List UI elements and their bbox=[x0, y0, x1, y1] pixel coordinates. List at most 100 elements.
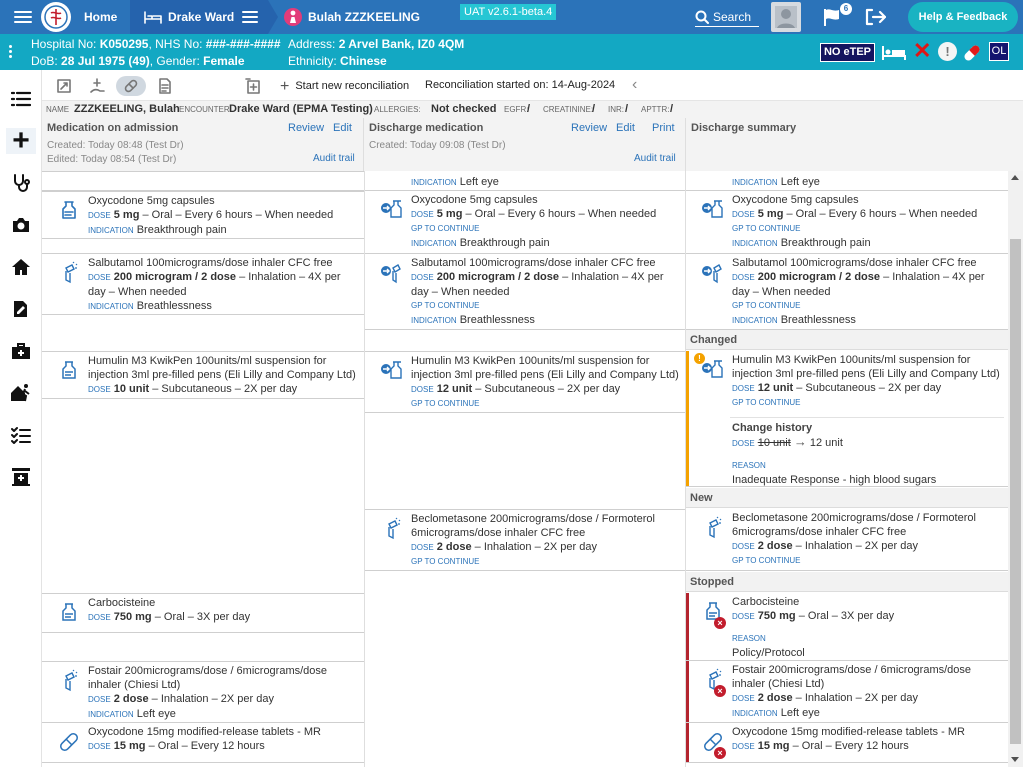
med-card-partial[interactable] bbox=[42, 171, 364, 191]
medicine-bottle-icon bbox=[62, 201, 76, 219]
discharge-print-link[interactable]: Print bbox=[652, 122, 675, 134]
indication-value: Left eye bbox=[780, 176, 820, 188]
med-card-humulin-summary-changed[interactable]: ! Humulin M3 KwikPen 100units/ml suspens… bbox=[686, 351, 1008, 487]
discharge-edit-link[interactable]: Edit bbox=[616, 122, 635, 134]
med-card-salbutamol-admission[interactable]: Salbutamol 100micrograms/dose inhaler CF… bbox=[42, 253, 364, 315]
discharge-review-link[interactable]: Review bbox=[571, 122, 607, 134]
inhaler-icon bbox=[388, 517, 401, 540]
user-avatar[interactable] bbox=[771, 2, 801, 32]
checklist-icon[interactable] bbox=[8, 422, 34, 448]
content-scrollbar[interactable] bbox=[1008, 171, 1023, 767]
continue-medicine-icon bbox=[381, 200, 402, 218]
scrollbar-thumb[interactable] bbox=[1010, 239, 1021, 744]
document-edit-icon[interactable] bbox=[8, 296, 34, 322]
ol-badge[interactable]: OL bbox=[989, 42, 1009, 61]
stethoscope-icon[interactable] bbox=[8, 170, 34, 196]
med-card-partial[interactable]: INDICATION Left eye bbox=[365, 171, 685, 191]
document-icon[interactable] bbox=[150, 76, 180, 96]
dose-strength: 200 microgram / 2 dose bbox=[436, 271, 560, 283]
summary-title: Discharge summary bbox=[691, 122, 797, 134]
admission-view-icon[interactable] bbox=[49, 76, 79, 96]
admission-audit-trail-link[interactable]: Audit trail bbox=[313, 153, 355, 164]
med-card-fostair-summary-stopped[interactable]: × Fostair 200micrograms/dose / 6microgra… bbox=[686, 661, 1008, 723]
top-bar: Home Drake Ward Bulah ZZZKEELING UAT v2.… bbox=[0, 0, 1023, 34]
search-icon bbox=[695, 10, 709, 24]
med-card-carbocisteine-summary-stopped[interactable]: × Carbocisteine DOSE 750 mg – Oral – 3X … bbox=[686, 593, 1008, 661]
reconciliation-content: INDICATION Left eye INDICATION Left eye … bbox=[42, 171, 1008, 767]
new-dose: 12 unit bbox=[809, 437, 843, 449]
arrow-right-icon: → bbox=[793, 434, 807, 449]
breadcrumb-ward[interactable]: Drake Ward bbox=[130, 0, 268, 34]
med-card-salbutamol-summary[interactable]: Salbutamol 100micrograms/dose inhaler CF… bbox=[686, 254, 1008, 330]
dose-strength: 10 unit bbox=[113, 383, 150, 395]
add-icon[interactable]: + bbox=[6, 126, 36, 156]
alert-icon[interactable]: ! bbox=[938, 42, 957, 61]
indication-value: Breathlessness bbox=[136, 300, 212, 312]
dose-detail: – Oral – Every 12 hours bbox=[145, 740, 265, 752]
dob-value: 28 Jul 1975 (49) bbox=[61, 54, 150, 68]
change-history-divider bbox=[730, 417, 1004, 418]
start-new-reconciliation-button[interactable]: + Start new reconciliation bbox=[280, 78, 409, 96]
home-label: Home bbox=[84, 10, 118, 24]
pill-icon[interactable] bbox=[962, 43, 982, 66]
inr-key: INR: bbox=[608, 105, 624, 114]
hand-medication-icon[interactable] bbox=[82, 76, 112, 96]
banner-menu-icon[interactable] bbox=[9, 45, 13, 60]
medical-kit-icon[interactable] bbox=[8, 338, 34, 364]
med-card-humulin-admission[interactable]: Humulin M3 KwikPen 100units/ml suspensio… bbox=[42, 351, 364, 399]
med-card-humulin-discharge[interactable]: Humulin M3 KwikPen 100units/ml suspensio… bbox=[365, 351, 685, 413]
menu-icon[interactable] bbox=[14, 0, 32, 34]
med-card-oxycodone-15mg-summary-stopped[interactable]: × Oxycodone 15mg modified-release tablet… bbox=[686, 723, 1008, 763]
notification-count-badge: 6 bbox=[840, 3, 852, 15]
med-card-oxycodone-5mg-admission[interactable]: Oxycodone 5mg capsules DOSE 5 mg – Oral … bbox=[42, 191, 364, 239]
summary-column-header: Discharge summary bbox=[686, 118, 1023, 171]
notifications-flag-icon[interactable] bbox=[822, 0, 842, 34]
scroll-up-icon[interactable] bbox=[1011, 175, 1019, 180]
med-card-beclometasone-discharge[interactable]: Beclometasone 200micrograms/dose / Formo… bbox=[365, 509, 685, 571]
hospital-building-icon[interactable] bbox=[8, 464, 34, 490]
help-feedback-button[interactable]: Help & Feedback bbox=[908, 2, 1018, 32]
search-button[interactable]: Search bbox=[695, 0, 759, 34]
med-name: Oxycodone 5mg capsules bbox=[88, 195, 215, 207]
admission-edit-link[interactable]: Edit bbox=[333, 122, 352, 134]
scroll-down-icon[interactable] bbox=[1011, 757, 1019, 762]
list-icon[interactable] bbox=[8, 86, 34, 112]
med-card-fostair-admission[interactable]: Fostair 200micrograms/dose / 6micrograms… bbox=[42, 661, 364, 723]
dose-key: DOSE bbox=[411, 273, 434, 282]
dose-strength: 15 mg bbox=[757, 740, 790, 752]
camera-icon[interactable] bbox=[8, 212, 34, 238]
bed-status-icon[interactable] bbox=[881, 43, 907, 64]
stopped-indicator-bar bbox=[686, 661, 689, 722]
admission-review-link[interactable]: Review bbox=[288, 122, 324, 134]
med-card-salbutamol-discharge[interactable]: Salbutamol 100micrograms/dose inhaler CF… bbox=[365, 254, 685, 330]
discharge-audit-trail-link[interactable]: Audit trail bbox=[634, 153, 676, 164]
breadcrumb-patient[interactable]: Bulah ZZZKEELING bbox=[270, 0, 460, 34]
dose-detail: – Inhalation – 2X per day bbox=[148, 693, 274, 705]
logout-icon[interactable] bbox=[864, 0, 886, 34]
discharge-walk-icon[interactable] bbox=[8, 380, 34, 406]
dose-detail: – Oral – Every 6 hours – When needed bbox=[462, 208, 657, 220]
indication-key: INDICATION bbox=[732, 316, 778, 325]
app-logo-icon[interactable] bbox=[41, 2, 71, 32]
no-etep-badge[interactable]: NO eTEP bbox=[820, 43, 875, 62]
reconcile-view-icon[interactable] bbox=[116, 76, 146, 96]
chevron-left-icon[interactable]: ‹ bbox=[632, 76, 637, 94]
name-value: ZZZKEELING, Bulah bbox=[74, 103, 180, 115]
creatinine-key: CREATININE: bbox=[543, 105, 594, 114]
indication-key: INDICATION bbox=[88, 302, 134, 311]
encounter-value: Drake Ward (EPMA Testing) bbox=[229, 103, 373, 115]
med-card-oxycodone-15mg-admission[interactable]: Oxycodone 15mg modified-release tablets … bbox=[42, 723, 364, 763]
ward-menu-icon[interactable] bbox=[242, 11, 259, 23]
add-reconciliation-icon[interactable] bbox=[238, 76, 268, 96]
med-card-beclometasone-summary[interactable]: Beclometasone 200micrograms/dose / Formo… bbox=[686, 509, 1008, 571]
dose-detail: – Oral – Every 12 hours bbox=[789, 740, 909, 752]
dose-key: DOSE bbox=[411, 543, 434, 552]
med-card-carbocisteine-admission[interactable]: Carbocisteine DOSE 750 mg – Oral – 3X pe… bbox=[42, 593, 364, 633]
close-red-icon[interactable]: ✕ bbox=[913, 39, 931, 63]
med-card-oxycodone-5mg-summary[interactable]: Oxycodone 5mg capsules DOSE 5 mg – Oral … bbox=[686, 191, 1008, 254]
med-card-partial[interactable]: INDICATION Left eye bbox=[686, 171, 1008, 191]
home-icon[interactable] bbox=[8, 254, 34, 280]
hospital-line: Hospital No: K050295, NHS No: ###-###-##… bbox=[31, 37, 281, 51]
patient-info-strip: NAME ZZZKEELING, Bulah ENCOUNTER Drake W… bbox=[42, 101, 1023, 118]
med-card-oxycodone-5mg-discharge[interactable]: Oxycodone 5mg capsules DOSE 5 mg – Oral … bbox=[365, 191, 685, 254]
